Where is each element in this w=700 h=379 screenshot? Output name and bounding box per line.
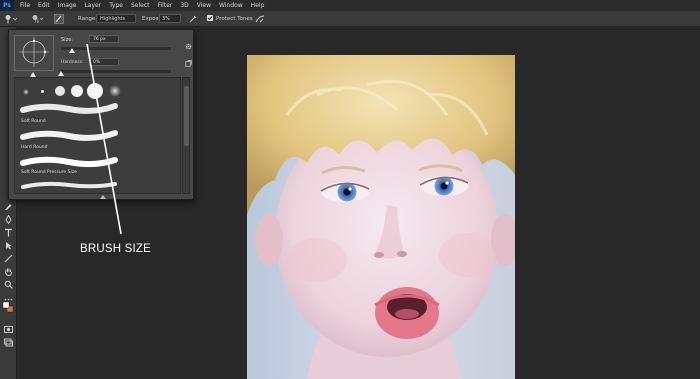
annotation-pointer-line (86, 43, 122, 235)
annotation-label: BRUSH SIZE (80, 243, 152, 255)
